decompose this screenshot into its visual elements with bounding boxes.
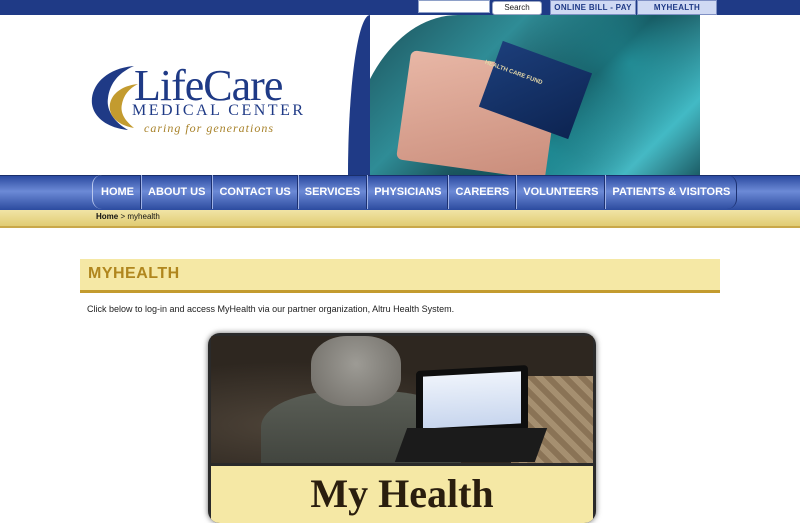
nav-about-us[interactable]: ABOUT US — [141, 175, 213, 209]
logo-subtitle: MEDICAL CENTER — [132, 102, 306, 119]
myhealth-link[interactable]: MYHEALTH — [637, 0, 717, 15]
header-photo: HEALTH CARE FUND — [348, 15, 700, 175]
nav-contact-us[interactable]: CONTACT US — [212, 175, 298, 209]
search-input[interactable] — [418, 0, 490, 13]
laptop-display-shape — [423, 371, 521, 429]
feature-heading: My Health — [310, 471, 494, 516]
breadcrumb-current: myhealth — [127, 212, 160, 221]
myhealth-feature-link[interactable]: My Health — [208, 333, 596, 523]
nav-volunteers[interactable]: VOLUNTEERS — [516, 175, 606, 209]
logo-tagline: caring for generations — [144, 121, 274, 135]
nav-patients-visitors[interactable]: PATIENTS & VISITORS — [605, 175, 738, 209]
breadcrumb: Home > myhealth — [96, 212, 160, 221]
nav-careers[interactable]: CAREERS — [448, 175, 517, 209]
feature-banner: My Health — [211, 463, 593, 523]
site-header: LifeCare MEDICAL CENTER caring for gener… — [0, 15, 800, 175]
lifecare-logo[interactable]: LifeCare MEDICAL CENTER caring for gener… — [88, 60, 318, 155]
nav-physicians[interactable]: PHYSICIANS — [367, 175, 449, 209]
breadcrumb-home-link[interactable]: Home — [96, 212, 118, 221]
page-title-bar: MYHEALTH — [80, 259, 720, 293]
intro-text: Click below to log-in and access MyHealt… — [87, 304, 455, 314]
feature-photo — [211, 336, 593, 481]
nav-services[interactable]: SERVICES — [297, 175, 368, 209]
breadcrumb-separator: > — [120, 212, 126, 221]
online-bill-pay-link[interactable]: ONLINE BILL - PAY — [550, 0, 636, 15]
person-head-shape — [311, 336, 401, 406]
nav-home[interactable]: HOME — [92, 175, 141, 209]
table-setting-image: HEALTH CARE FUND — [348, 15, 700, 175]
main-nav: HOME ABOUT US CONTACT US SERVICES PHYSIC… — [92, 175, 738, 209]
search-button[interactable]: Search — [492, 1, 542, 15]
laptop-keyboard-shape — [394, 428, 548, 462]
photo-arc-border — [348, 15, 370, 175]
page-title: MYHEALTH — [88, 265, 180, 282]
